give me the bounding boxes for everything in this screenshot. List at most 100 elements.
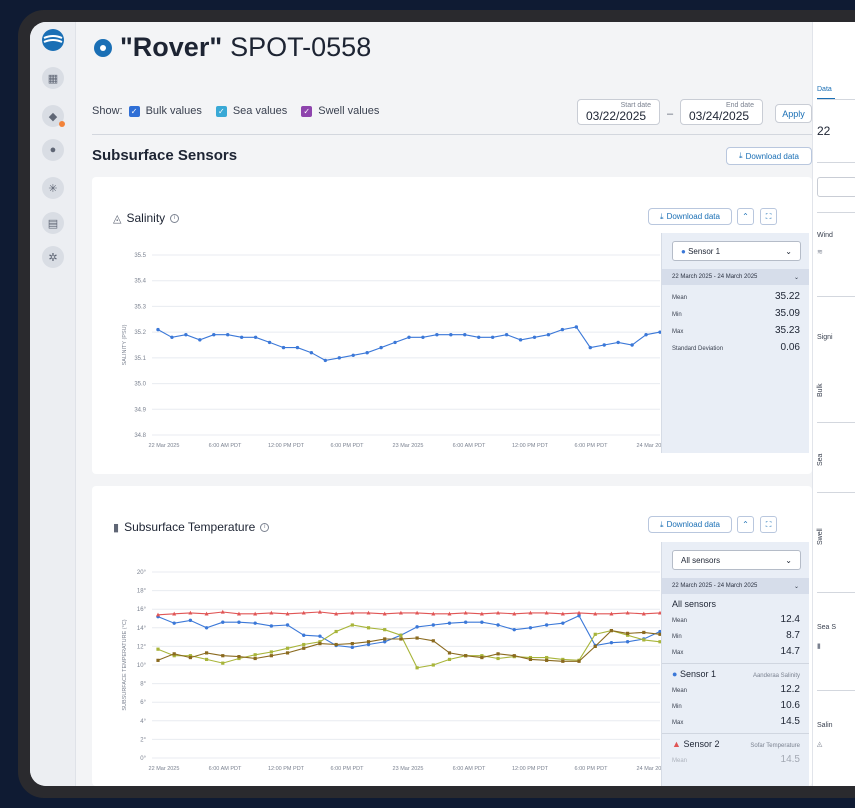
x-tick-label: 6:00 AM PDT xyxy=(209,766,242,772)
show-label: Show: xyxy=(92,105,123,117)
data-point xyxy=(407,335,411,339)
x-tick-label: 6:00 PM PDT xyxy=(574,443,608,449)
y-tick-label: 10° xyxy=(137,663,147,669)
data-point xyxy=(383,637,387,641)
page-title: "Rover" SPOT-0558 xyxy=(94,32,371,63)
stat-value: 8.7 xyxy=(786,630,800,641)
data-point xyxy=(170,335,174,339)
temperature-download-button[interactable]: ⤓ Download data xyxy=(648,516,732,533)
data-point xyxy=(204,651,209,655)
data-point xyxy=(184,333,188,337)
notification-dot xyxy=(59,121,65,127)
end-date-field[interactable]: End date 03/24/2025 xyxy=(680,99,763,125)
divider xyxy=(817,162,855,163)
sensor-select[interactable]: All sensors ⌄ xyxy=(672,550,801,570)
sensor1-heading: ● Sensor 1 Aanderaa Salinity xyxy=(672,669,800,679)
data-point xyxy=(447,621,452,625)
map-icon[interactable]: ▦ xyxy=(42,67,64,89)
section-download-label: Download data xyxy=(745,151,799,161)
data-point xyxy=(281,345,286,350)
stat-value: 14.5 xyxy=(780,716,800,727)
salinity-card: ◬ Salinity i ⤓ Download data ⌃ ⛶ 35.5 35.… xyxy=(92,177,812,474)
salinity-stats-panel: ● Sensor 1 ⌄ 22 March 2025 - 24 March 20… xyxy=(661,233,809,453)
data-point xyxy=(421,335,425,339)
x-tick-label: 6:00 AM PDT xyxy=(453,766,486,772)
section-title: Subsurface Sensors xyxy=(92,147,238,164)
stat-row: Max 35.23 xyxy=(672,325,800,336)
data-point xyxy=(337,356,341,360)
info-icon[interactable]: i xyxy=(260,522,270,532)
data-point xyxy=(302,646,306,650)
y-tick-label: 35.2 xyxy=(134,330,146,336)
stat-label: Min xyxy=(672,704,682,710)
date-range-row[interactable]: 22 March 2025 - 24 March 2025 ⌄ xyxy=(662,578,809,594)
date-range-label: 22 March 2025 - 24 March 2025 xyxy=(672,583,758,589)
salinity-download-button[interactable]: ⤓ Download data xyxy=(648,208,732,225)
sensor-select-value: All sensors xyxy=(681,555,721,565)
section-download-button[interactable]: ⤓ Download data xyxy=(726,147,812,165)
thermometer-icon: ▮ xyxy=(113,521,120,534)
stat-label: Mean xyxy=(672,758,688,764)
data-point xyxy=(239,335,244,339)
network-icon[interactable]: ✳ xyxy=(42,177,64,199)
data-point xyxy=(253,621,257,625)
bell-icon[interactable]: ◆ xyxy=(42,105,65,127)
data-tab[interactable]: Data xyxy=(817,86,832,93)
divider xyxy=(817,492,855,493)
start-date-field[interactable]: Start date 03/22/2025 xyxy=(577,99,660,125)
sensor-select-value: Sensor 1 xyxy=(688,246,721,256)
gear-icon[interactable]: ✲ xyxy=(42,246,64,268)
swell-values-checkbox[interactable]: ✓ xyxy=(301,105,313,117)
collapse-icon[interactable]: ⌃ xyxy=(737,516,754,533)
sea-label: Sea xyxy=(817,453,824,466)
stat-value: 14.7 xyxy=(780,646,800,657)
x-tick-label: 12:00 PM PDT xyxy=(268,443,305,449)
apply-button[interactable]: Apply xyxy=(775,104,812,123)
data-point xyxy=(496,656,500,661)
y-tick-label: 35.1 xyxy=(134,356,146,362)
divider xyxy=(817,296,855,297)
bulk-values-checkbox[interactable]: ✓ xyxy=(128,105,140,117)
expand-icon[interactable]: ⛶ xyxy=(760,516,777,533)
data-point xyxy=(221,654,225,658)
chevron-down-icon: ⌄ xyxy=(785,555,792,565)
end-date-label: End date xyxy=(725,102,754,109)
data-point xyxy=(253,656,257,661)
data-point xyxy=(221,620,225,624)
sea-surface-label: Sea S xyxy=(817,624,837,631)
data-point xyxy=(602,343,606,347)
wind-icon: ≋ xyxy=(817,249,823,256)
salinity-download-label: Download data xyxy=(666,212,720,221)
stat-value: 35.23 xyxy=(774,325,800,336)
stat-value: 10.6 xyxy=(780,700,800,711)
x-tick-label: 12:00 PM PDT xyxy=(512,766,549,772)
data-point xyxy=(269,654,273,658)
temperature-card: ▮ Subsurface Temperature i ⤓ Download da… xyxy=(92,486,812,786)
title-id: SPOT-0558 xyxy=(230,32,372,62)
collapse-icon[interactable]: ⌃ xyxy=(737,208,754,225)
data-point xyxy=(496,652,500,656)
data-point xyxy=(302,633,306,637)
data-point xyxy=(415,666,419,670)
x-tick-label: 6:00 AM PDT xyxy=(209,443,242,449)
stat-value: 12.4 xyxy=(780,614,800,625)
date-value: 22 xyxy=(817,124,831,138)
app-logo-icon[interactable] xyxy=(41,28,65,52)
group-sub: Aanderaa Salinity xyxy=(752,673,800,679)
filter-box[interactable] xyxy=(817,177,855,197)
temperature-title: ▮ Subsurface Temperature i xyxy=(113,520,270,534)
stat-row: Min 8.7 xyxy=(672,630,800,641)
user-icon[interactable]: ● xyxy=(42,139,64,161)
data-point xyxy=(431,663,435,667)
date-range-row[interactable]: 22 March 2025 - 24 March 2025 ⌄ xyxy=(662,269,809,285)
cart-icon[interactable]: ▤ xyxy=(42,212,64,234)
data-point xyxy=(512,654,516,658)
sea-values-checkbox[interactable]: ✓ xyxy=(215,105,227,117)
sensor-select[interactable]: ● Sensor 1 ⌄ xyxy=(672,241,801,261)
data-point xyxy=(593,644,597,648)
data-point xyxy=(642,638,646,642)
data-point xyxy=(399,637,403,641)
data-point xyxy=(309,351,314,355)
expand-icon[interactable]: ⛶ xyxy=(760,208,777,225)
info-icon[interactable]: i xyxy=(170,213,180,223)
